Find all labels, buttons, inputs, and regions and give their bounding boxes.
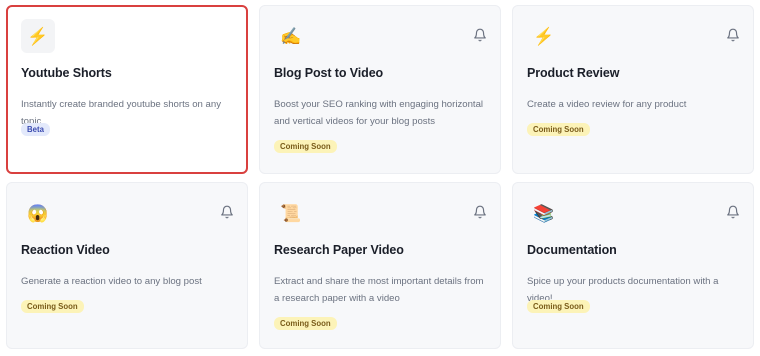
card-title: Documentation [527,243,617,257]
card-title: Youtube Shorts [21,66,112,80]
coming-soon-badge: Coming Soon [21,300,84,313]
card-reaction-video[interactable]: 😱 Reaction Video Generate a reaction vid… [6,182,248,349]
lightning-icon: ⚡ [533,26,555,46]
card-description: Extract and share the most important det… [274,276,484,304]
card-title: Research Paper Video [274,243,404,257]
card-research-paper-video[interactable]: 📜 Research Paper Video Extract and share… [259,182,501,349]
card-title: Blog Post to Video [274,66,384,80]
coming-soon-badge: Coming Soon [274,140,337,153]
card-description: Generate a reaction video to any blog po… [21,276,202,287]
coming-soon-badge: Coming Soon [527,123,590,136]
coming-soon-badge: Coming Soon [527,300,590,313]
card-blog-post-to-video[interactable]: ✍️ Blog Post to Video Boost your SEO ran… [259,5,501,174]
books-icon: 📚 [533,203,555,223]
writing-hand-icon: ✍️ [280,26,302,46]
bell-icon[interactable] [473,28,487,42]
card-description: Create a video review for any product [527,99,687,110]
card-description: Boost your SEO ranking with engaging hor… [274,99,484,127]
beta-badge: Beta [21,123,50,136]
scroll-icon: 📜 [280,203,302,223]
card-title: Product Review [527,66,620,80]
coming-soon-badge: Coming Soon [274,317,337,330]
card-product-review[interactable]: ⚡ Product Review Create a video review f… [512,5,754,174]
screaming-face-icon: 😱 [27,203,49,223]
card-title: Reaction Video [21,243,110,257]
bell-icon[interactable] [220,205,234,219]
bell-icon[interactable] [473,205,487,219]
card-youtube-shorts[interactable]: ⚡ Youtube Shorts Instantly create brande… [6,5,248,174]
bell-icon[interactable] [726,28,740,42]
card-documentation[interactable]: 📚 Documentation Spice up your products d… [512,182,754,349]
card-description: Instantly create branded youtube shorts … [21,99,221,127]
bell-icon[interactable] [726,205,740,219]
lightning-icon: ⚡ [21,19,55,53]
